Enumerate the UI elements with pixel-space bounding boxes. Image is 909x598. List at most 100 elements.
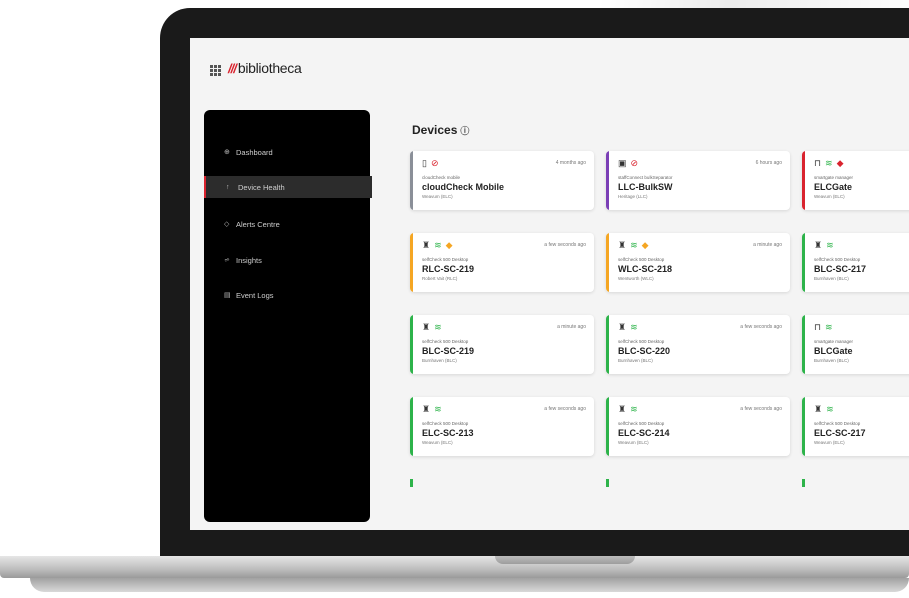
status-color-bar — [606, 315, 609, 374]
device-status-icons: ♜ ≋ — [618, 405, 638, 414]
sidebar-item-alerts-centre[interactable]: ◇ Alerts Centre — [204, 213, 370, 235]
device-card-partial — [606, 479, 609, 487]
status-color-bar — [606, 151, 609, 210]
document-icon: ▤ — [224, 292, 231, 299]
device-card[interactable]: ⊓ ≋ smartgate manager BLCGate Burnhaven (BLC… — [802, 315, 909, 374]
device-location: Wentworth (WLC) — [618, 276, 654, 281]
device-type: selfCheck 500 Desktop — [422, 339, 469, 344]
device-name: ELC-SC-214 — [618, 428, 670, 438]
kiosk-icon: ♜ — [422, 322, 431, 332]
device-status-icons: ⊓ ≋ — [814, 323, 833, 332]
top-bar: /// bibliotheca — [190, 38, 909, 108]
device-type: selfCheck 500 Desktop — [618, 339, 665, 344]
device-card[interactable]: ♜ ≋ ◆ a few seconds ago selfCheck 500 Deskto… — [410, 233, 594, 292]
sidebar: ⊕ Dashboard ↑ Device Health ◇ Alerts Cen… — [204, 110, 372, 522]
sidebar-item-event-logs[interactable]: ▤ Event Logs — [204, 284, 370, 306]
device-name: cloudCheck Mobile — [422, 182, 505, 192]
device-status-icons: ♜ ≋ ◆ — [618, 241, 649, 250]
laptop-base — [0, 556, 909, 578]
kiosk-icon: ♜ — [618, 322, 627, 332]
dashboard-icon: ⊕ — [224, 149, 230, 156]
device-status-icons: ♜ ≋ — [814, 241, 834, 250]
device-status-icons: ▣ ⊘ — [618, 159, 638, 168]
device-last-seen: 6 hours ago — [755, 160, 782, 166]
device-name: LLC-BulkSW — [618, 182, 673, 192]
no-signal-icon: ⊘ — [630, 158, 639, 168]
status-color-bar — [802, 397, 805, 456]
device-type: selfCheck 500 Desktop — [618, 257, 665, 262]
device-name: BLC-SC-219 — [422, 346, 475, 356]
device-card[interactable]: ♜ ≋ a minute ago selfCheck 500 Desktop BLC-S… — [410, 315, 594, 374]
device-type: smartgate manager — [814, 339, 854, 344]
device-location: Weavum (ELC) — [422, 194, 453, 199]
device-name: ELC-SC-217 — [814, 428, 866, 438]
device-location: Weavum (ELC) — [814, 440, 845, 445]
device-card[interactable]: ♜ ≋ a few seconds ago selfCheck 500 Desktop… — [606, 397, 790, 456]
laptop-notch — [495, 556, 635, 564]
device-last-seen: a few seconds ago — [740, 406, 782, 412]
kiosk-icon: ♜ — [618, 240, 627, 250]
device-location: Burnhaven (BLC) — [814, 276, 849, 281]
device-card[interactable]: ♜ ≋ selfCheck 500 Desktop ELC-SC-217 Weavum … — [802, 397, 909, 456]
info-icon[interactable]: ⓘ — [460, 124, 469, 137]
device-card[interactable]: ♜ ≋ ◆ a minute ago selfCheck 500 Desktop WLC-… — [606, 233, 790, 292]
laptop-base-shadow — [30, 578, 909, 592]
device-type: selfCheck 500 Desktop — [814, 421, 861, 426]
sidebar-item-label: Alerts Centre — [236, 219, 280, 229]
status-color-bar — [410, 151, 413, 210]
status-color-bar — [802, 315, 805, 374]
wifi-icon: ≋ — [826, 240, 834, 250]
sidebar-item-device-health[interactable]: ↑ Device Health — [204, 176, 372, 198]
device-name: BLC-SC-217 — [814, 264, 867, 274]
device-last-seen: a minute ago — [557, 324, 586, 330]
app-launcher-grid-icon[interactable] — [210, 65, 221, 76]
status-color-bar — [802, 151, 805, 210]
device-card[interactable]: ♜ ≋ a few seconds ago selfCheck 500 Desktop… — [410, 397, 594, 456]
device-type: selfCheck 500 Desktop — [422, 257, 469, 262]
wifi-icon: ≋ — [825, 158, 833, 168]
device-name: BLCGate — [814, 346, 853, 356]
device-last-seen: a minute ago — [753, 242, 782, 248]
device-name: WLC-SC-218 — [618, 264, 673, 274]
status-color-bar — [802, 233, 805, 292]
wifi-icon: ≋ — [434, 322, 442, 332]
device-type: selfCheck 500 Desktop — [422, 421, 469, 426]
sidebar-item-label: Event Logs — [236, 290, 274, 300]
wifi-icon: ≋ — [825, 322, 833, 332]
device-card[interactable]: ♜ ≋ selfCheck 500 Desktop BLC-SC-217 Burnhav… — [802, 233, 909, 292]
phone-icon: ▯ — [422, 158, 427, 168]
device-status-icons: ♜ ≋ — [618, 323, 638, 332]
device-card[interactable]: ▣ ⊘ 6 hours ago staffConnect bulkSeparator L… — [606, 151, 790, 210]
device-card[interactable]: ⊓ ≋ ◆ smartgate manager ELCGate Weavum (ELC) — [802, 151, 909, 210]
status-color-bar — [410, 397, 413, 456]
device-status-icons: ⊓ ≋ ◆ — [814, 159, 844, 168]
wifi-icon: ≋ — [630, 240, 638, 250]
wifi-icon: ≋ — [630, 404, 638, 414]
sidebar-item-dashboard[interactable]: ⊕ Dashboard — [204, 141, 370, 163]
page-title-text: Devices — [412, 123, 458, 137]
device-type: smartgate manager — [814, 175, 854, 180]
device-last-seen: a few seconds ago — [544, 406, 586, 412]
page-title: Devices ⓘ — [412, 123, 469, 137]
device-status-icons: ▯ ⊘ — [422, 159, 439, 168]
gate-icon: ⊓ — [814, 158, 822, 168]
bibliotheca-logo[interactable]: /// bibliotheca — [228, 60, 302, 76]
kiosk-icon: ♜ — [814, 240, 823, 250]
status-color-bar — [606, 233, 609, 292]
device-location: Heritage (LLC) — [618, 194, 648, 199]
sidebar-item-insights[interactable]: ⩫ Insights — [204, 249, 370, 271]
device-card[interactable]: ▯ ⊘ 4 months ago cloudCheck mobile cloudChec… — [410, 151, 594, 210]
kiosk-icon: ♜ — [814, 404, 823, 414]
device-location: Weavum (ELC) — [814, 194, 845, 199]
device-card[interactable]: ♜ ≋ a few seconds ago selfCheck 500 Desktop… — [606, 315, 790, 374]
device-card-partial — [802, 479, 805, 487]
no-signal-icon: ⊘ — [430, 158, 439, 168]
device-location: Weavum (ELC) — [422, 440, 453, 445]
device-status-icons: ♜ ≋ ◆ — [422, 241, 453, 250]
device-status-icons: ♜ ≋ — [422, 323, 442, 332]
sorter-icon: ▣ — [618, 158, 627, 168]
sidebar-item-label: Dashboard — [236, 147, 273, 157]
device-location: Robert Vait (RLC) — [422, 276, 458, 281]
device-card-partial — [410, 479, 413, 487]
status-color-bar — [410, 233, 413, 292]
